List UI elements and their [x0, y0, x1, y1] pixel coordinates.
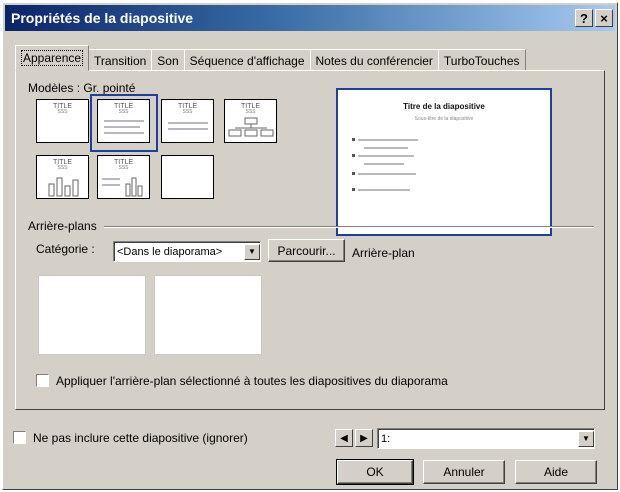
backgrounds-group-label: Arrière-plans	[28, 219, 97, 233]
tab-notes-conferencier[interactable]: Notes du conférencier	[309, 49, 439, 71]
tab-son[interactable]: Son	[151, 49, 185, 71]
apply-all-checkbox[interactable]	[36, 374, 49, 387]
apply-all-label: Appliquer l'arrière-plan sélectionné à t…	[56, 374, 448, 388]
layout-thumb-blank[interactable]	[161, 155, 214, 199]
group-divider	[104, 226, 594, 227]
dropdown-arrow-icon[interactable]: ▼	[244, 243, 260, 260]
bar-chart-icon	[48, 177, 79, 197]
layout-thumb-text-chart[interactable]: TITLE SSS	[97, 155, 150, 199]
cancel-button[interactable]: Annuler	[423, 460, 505, 484]
ok-button[interactable]: OK	[336, 459, 414, 485]
category-value: <Dans le diaporama>	[117, 245, 223, 258]
org-chart-icon	[228, 117, 274, 137]
background-thumb-2[interactable]	[154, 275, 262, 355]
browse-button[interactable]: Parcourir...	[268, 239, 345, 262]
properties-dialog: Propriétés de la diapositive ? × Apparen…	[2, 2, 618, 490]
background-label: Arrière-plan	[352, 246, 415, 260]
preview-title: Titre de la diapositive	[403, 102, 485, 111]
background-thumb-1[interactable]	[38, 275, 146, 355]
layout-thumb-org-chart[interactable]: TITLE SSS	[224, 99, 277, 143]
small-bar-chart-icon	[125, 177, 143, 197]
help-button[interactable]: ?	[575, 9, 593, 27]
layout-thumb-title[interactable]: TITLE SSS	[36, 99, 89, 143]
slide-select[interactable]: 1: ▼	[377, 428, 595, 449]
skip-slide-checkbox[interactable]	[13, 431, 26, 444]
layout-thumb-text[interactable]: TITLE SSS	[161, 99, 214, 143]
help-footer-button[interactable]: Aide	[515, 460, 597, 484]
apparence-panel: Modèles : Gr. pointé TITLE SSS TITLE SSS…	[15, 70, 605, 410]
tab-sequence-affichage[interactable]: Séquence d'affichage	[183, 49, 311, 71]
title-bar[interactable]: Propriétés de la diapositive ? ×	[5, 5, 615, 31]
tab-strip: Apparence Transition Son Séquence d'affi…	[15, 45, 526, 71]
layout-thumb-chart[interactable]: TITLE SSS	[36, 155, 89, 199]
tab-turbotouches[interactable]: TurboTouches	[437, 49, 526, 71]
slide-preview: Titre de la diapositive Sous-titre de la…	[336, 88, 552, 236]
tab-transition[interactable]: Transition	[88, 49, 153, 71]
skip-slide-label: Ne pas inclure cette diapositive (ignore…	[33, 431, 248, 445]
slide-select-value: 1:	[381, 432, 391, 445]
dropdown-arrow-icon[interactable]: ▼	[578, 430, 594, 447]
right-arrow-icon[interactable]: ▶	[355, 429, 373, 447]
left-arrow-icon[interactable]: ◀	[335, 429, 353, 447]
category-select[interactable]: <Dans le diaporama> ▼	[113, 241, 261, 262]
dialog-title: Propriétés de la diapositive	[11, 10, 194, 26]
category-label: Catégorie :	[36, 242, 95, 256]
models-label: Modèles : Gr. pointé	[28, 81, 136, 95]
layout-thumb-bulleted[interactable]: TITLE SSS	[97, 99, 150, 143]
tab-apparence[interactable]: Apparence	[15, 45, 90, 71]
preview-subtitle: Sous-titre de la diapositive	[414, 116, 474, 122]
close-button[interactable]: ×	[595, 9, 613, 27]
